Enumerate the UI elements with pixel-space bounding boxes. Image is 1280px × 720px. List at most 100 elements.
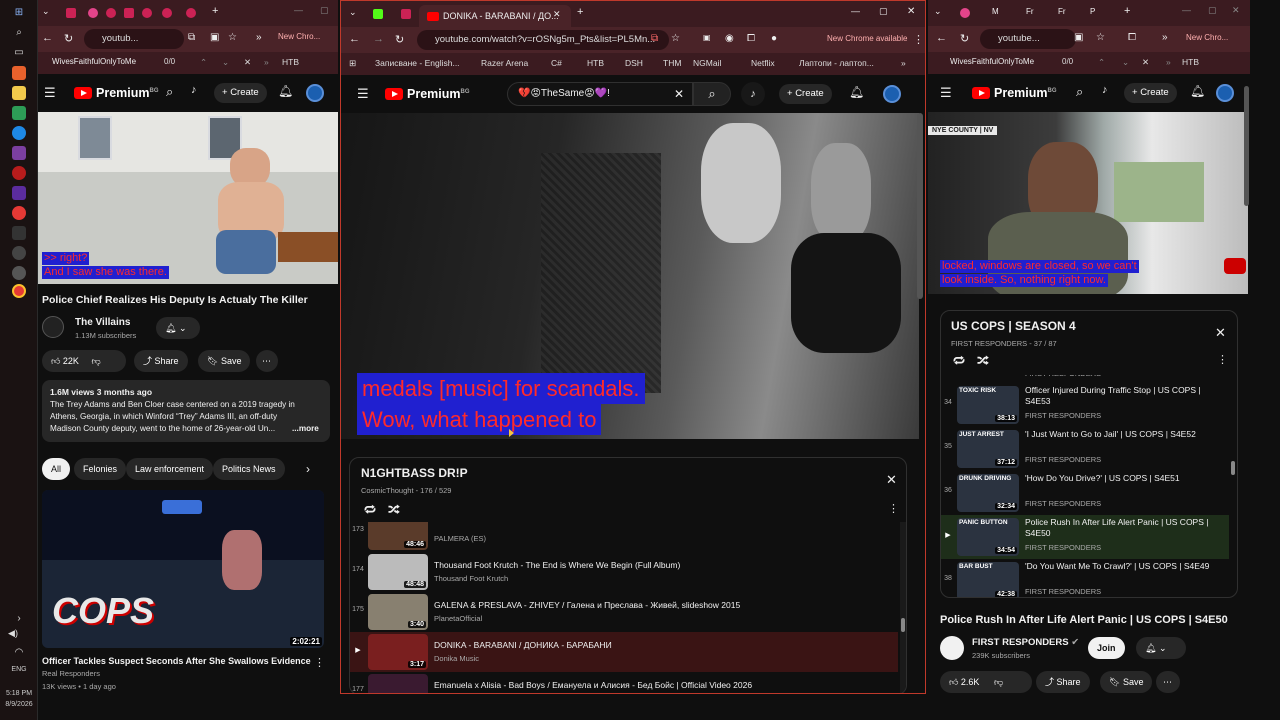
address-bar[interactable]: youtube... — [980, 29, 1076, 49]
tab-favicon-kick[interactable] — [373, 9, 383, 19]
row-thumbnail[interactable]: 3:49 — [368, 674, 428, 693]
find-next-icon[interactable]: ⌄ — [1122, 57, 1129, 68]
row-thumbnail[interactable]: TOXIC RISK 38:13 — [957, 386, 1019, 424]
reload-icon[interactable]: ↻ — [960, 32, 969, 45]
youtube-logo[interactable]: PremiumBG — [74, 86, 159, 100]
apps-icon[interactable]: ⊞ — [349, 58, 356, 69]
recommended-title[interactable]: Officer Tackles Suspect Seconds After Sh… — [42, 656, 311, 666]
task-view-icon[interactable]: ▭ — [12, 46, 26, 60]
maximize-icon[interactable]: ▢ — [879, 6, 888, 17]
search-clear-icon[interactable]: ✕ — [674, 87, 684, 101]
row-thumbnail[interactable]: 3:17 — [368, 634, 428, 670]
save-button[interactable]: 🔖︎ Save — [1100, 671, 1153, 693]
close-window-icon[interactable]: ✕ — [907, 6, 915, 17]
row-thumbnail[interactable]: 48:48 — [368, 554, 428, 590]
subscribe-bell-button[interactable]: 🔔︎ ⌄ — [1136, 637, 1186, 659]
row-thumbnail[interactable]: DRUNK DRIVING 32:34 — [957, 474, 1019, 512]
bookmark-htb[interactable]: HTB — [1182, 57, 1199, 67]
playlist-row[interactable]: 36 DRUNK DRIVING 32:34 'How Do You Drive?' … — [941, 471, 1229, 515]
share-button[interactable]: ⤴ Share — [134, 350, 188, 372]
playlist-scroll-track[interactable] — [900, 522, 906, 693]
new-chrome-button[interactable]: New Chro... — [1186, 33, 1228, 42]
search-icon[interactable]: ⌕ — [1076, 84, 1083, 100]
extension-icon[interactable]: ▣ — [210, 32, 219, 43]
tab-favicon-2[interactable] — [401, 9, 411, 19]
menu-icon[interactable]: ☰ — [357, 86, 369, 102]
tab-list-icon[interactable]: ⌄ — [934, 6, 942, 17]
tab-favicon-1[interactable] — [66, 8, 76, 18]
tab-favicon-5[interactable] — [142, 8, 152, 18]
reload-icon[interactable]: ↻ — [395, 33, 404, 46]
tab-favicon-2[interactable] — [88, 8, 98, 18]
tab-favicon-6[interactable] — [162, 8, 172, 18]
playlist-menu-icon[interactable]: ⋮ — [1217, 353, 1228, 366]
forward-icon[interactable]: → — [373, 33, 384, 45]
network-icon[interactable]: ◠ — [12, 646, 26, 660]
more-bookmarks-icon[interactable]: » — [1166, 57, 1171, 67]
more-tools-icon[interactable]: » — [1162, 32, 1168, 43]
page-scrollbar[interactable] — [917, 113, 923, 299]
find-input[interactable]: WivesFaithfulOnlyToMe — [52, 57, 136, 66]
bookmark-star-icon[interactable]: ☆ — [228, 32, 237, 43]
row-title[interactable]: 'I Just Want to Go to Jail' | US COPS | … — [1025, 429, 1215, 451]
recommended-channel[interactable]: Real Responders — [42, 669, 100, 678]
search-icon[interactable]: ⌕ — [166, 84, 173, 100]
back-icon[interactable]: ← — [936, 32, 947, 44]
notifications-icon[interactable]: 🔔︎ — [849, 85, 864, 99]
open-in-app-icon[interactable]: ⧉ — [651, 33, 658, 44]
playlist-close-icon[interactable]: ✕ — [1215, 325, 1226, 341]
channel-avatar[interactable] — [940, 636, 964, 660]
search-input[interactable]: 💔😡TheSame😡💜! ✕ — [507, 82, 693, 106]
mic-icon[interactable]: ♪ — [1102, 84, 1108, 96]
open-in-icon[interactable]: ⧉ — [188, 32, 195, 43]
tab-list-icon[interactable]: ⌄ — [349, 7, 357, 18]
extension-icon[interactable]: ▣ — [1074, 32, 1083, 43]
mic-icon[interactable]: ♪ — [191, 84, 197, 96]
more-bookmarks-icon[interactable]: » — [264, 57, 269, 67]
share-button[interactable]: ⤴ Share — [1036, 671, 1090, 693]
create-button[interactable]: + Create — [779, 84, 832, 104]
new-chrome-button[interactable]: New Chro... — [278, 32, 320, 41]
edge-icon[interactable] — [12, 126, 26, 140]
channel-avatar[interactable] — [42, 316, 64, 338]
notifications-icon[interactable]: 🔔︎ — [278, 84, 293, 98]
join-button[interactable]: Join — [1088, 637, 1125, 659]
tab-favicon-1[interactable] — [960, 8, 970, 18]
chevron-up-icon[interactable]: › — [12, 612, 26, 626]
new-tab-icon[interactable]: + — [577, 6, 583, 18]
app-icon-4[interactable] — [12, 226, 26, 240]
youtube-logo[interactable]: PremiumBG — [972, 86, 1057, 100]
playlist-row[interactable]: 38 BAR BUST 42:38 'Do You Want Me To Crawl?… — [941, 559, 1229, 597]
tab-favicon-5[interactable]: P — [1090, 7, 1095, 16]
address-bar[interactable]: youtub... — [84, 29, 184, 49]
volume-icon[interactable]: ◀) — [6, 626, 20, 640]
bookmark-htb[interactable]: HTB — [282, 57, 299, 67]
like-button[interactable]: 👍︎ 2.6K 👎︎ — [940, 671, 1032, 693]
row-thumbnail[interactable]: PANIC BUTTON 34:54 — [957, 518, 1019, 556]
find-close-icon[interactable]: ✕ — [1142, 57, 1149, 68]
back-icon[interactable]: ← — [349, 33, 360, 45]
find-input[interactable]: WivesFaithfulOnlyToMe — [950, 57, 1034, 66]
row-thumbnail[interactable]: BAR BUST 42:38 — [957, 562, 1019, 597]
playlist-row[interactable]: 35 JUST ARREST 37:12 'I Just Want to Go to … — [941, 427, 1229, 471]
chip-law-enforcement[interactable]: Law enforcement — [126, 458, 214, 480]
search-icon[interactable]: ⌕ — [12, 26, 26, 40]
playlist-scroll-thumb[interactable] — [901, 618, 905, 632]
find-next-icon[interactable]: ⌄ — [222, 57, 229, 68]
chip-all[interactable]: All — [42, 458, 71, 480]
chips-next-icon[interactable]: › — [306, 462, 310, 476]
row-thumbnail[interactable]: 48:46 — [368, 522, 428, 550]
subscribe-bell-button[interactable]: 🔔︎ ⌄ — [156, 317, 200, 339]
bookmark-9[interactable]: Лаптопи - лаптоп... — [799, 58, 874, 68]
find-close-icon[interactable]: ✕ — [244, 57, 251, 68]
row-title[interactable]: DONIKA - BARABANI / ДОНИКА - БАРАБАНИ — [434, 640, 884, 650]
bookmark-6[interactable]: THM — [663, 58, 681, 68]
shuffle-icon[interactable]: 🔀︎ — [977, 353, 989, 370]
save-button[interactable]: 🔖︎ Save — [198, 350, 251, 372]
app-icon-5[interactable] — [12, 246, 26, 260]
avatar[interactable] — [306, 84, 324, 102]
row-title[interactable]: Police Rush In After Life Alert Panic | … — [1025, 517, 1215, 539]
bookmark-2[interactable]: Razer Arena — [481, 58, 528, 68]
tab-favicon-4[interactable]: Fr — [1058, 7, 1066, 16]
new-chrome-button[interactable]: New Chrome available — [827, 34, 907, 43]
